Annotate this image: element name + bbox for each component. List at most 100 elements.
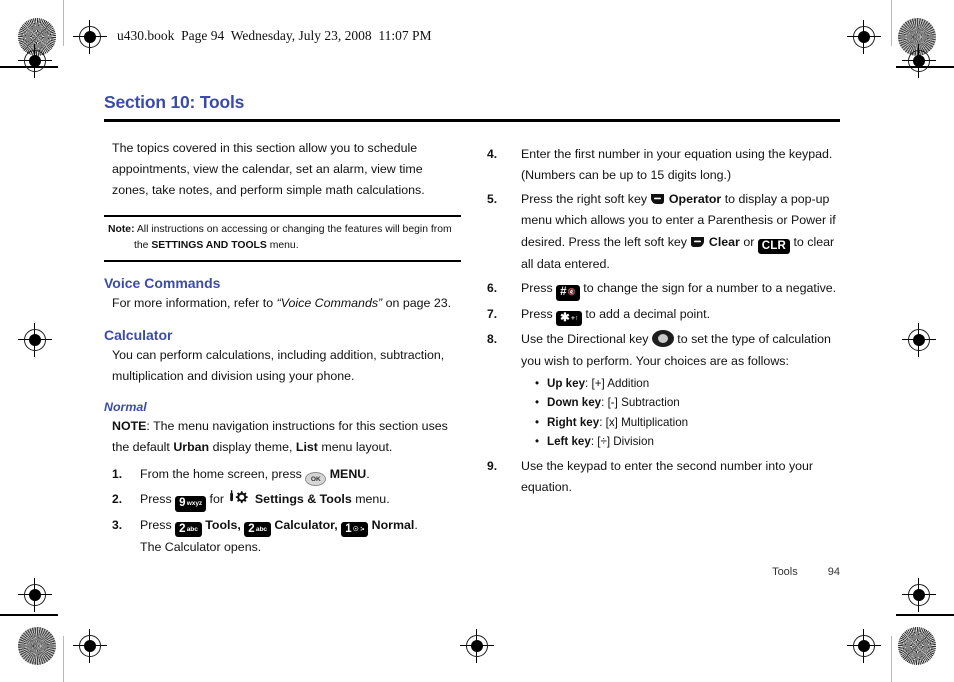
step-5-text-pre: Press the right soft key [521,192,651,207]
keypad-key-2-tools-icon: 2abc [175,521,202,538]
step-1: 1. From the home screen, press OK MENU. [104,464,461,487]
guide-line-left [63,0,64,46]
title-rule [104,119,840,122]
keypad-key-9-icon: 9wxyz [175,496,207,512]
step-9: 9. Use the keypad to enter the second nu… [483,456,840,499]
key-1-symbols: ☉ ∶• [352,525,365,533]
step-2: 2. Press 9wxyz for Settings & Tools menu… [104,489,461,512]
keypad-key-2-calculator-icon: 2abc [244,521,271,538]
key-star-shift-icon: +↑ [570,314,578,322]
settings-tools-icon [227,489,251,507]
note-body-1: All instructions on accessing or changin… [134,224,452,236]
key-9-digit: 9 [179,497,186,510]
vc-post: on page 23. [382,295,452,310]
bullet-down-key: Down key: [-] Subtraction [535,393,840,413]
registration-mark-bottom-center [460,629,494,663]
note-text: Note: All instructions on accessing or c… [108,222,457,253]
step-3-number: 3. [112,517,123,532]
key-1-digit: 1 [345,522,352,535]
clr-key-icon: CLR [757,238,791,254]
voice-commands-body: For more information, refer to “Voice Co… [104,293,461,314]
ok-key-icon: OK [305,472,327,487]
bullet-up-key-label: Up key [547,376,586,390]
key-2b-digit: 2 [248,522,255,535]
step-1-text-pre: From the home screen, press [140,467,306,482]
registration-mark-corner-bottom-right [902,578,936,612]
key-pound-silent-icon: 🔇 [567,289,576,297]
registration-mark-corner-top-left [18,44,52,78]
page-title: Section 10: Tools [104,92,245,112]
step-4-text: Enter the first number in your equation … [521,146,833,182]
calc-note-layout: List [295,440,318,455]
step-5: 5. Press the right soft key Operator to … [483,189,840,275]
step-2-number: 2. [112,492,123,507]
note-label: Note: [108,224,135,236]
calc-note-label: NOTE [112,418,147,433]
key-9-letters: wxyz [186,500,203,508]
registration-mark-top-right-inner [847,20,881,54]
heading-voice-commands: Voice Commands [104,274,221,291]
step-3-normal-label: Normal [371,517,415,532]
step-3-text-pre: Press [140,517,176,532]
page-content: Section 10: Tools The topics covered in … [104,92,840,582]
step-2-text-mid: for [206,492,228,507]
step-3: 3. Press 2abc Tools, 2abc Calculator, 1☉… [104,515,461,559]
guide-line-right [891,0,892,46]
calculator-note: NOTE: The menu navigation instructions f… [104,416,461,459]
left-soft-key-icon [690,236,705,248]
bullet-right-key-label: Right key [547,415,600,429]
bullet-left-key-label: Left key [547,435,591,449]
registration-starburst-top-right [898,18,936,56]
key-2b-letters: abc [255,525,267,533]
bullet-down-key-label: Down key [547,396,602,410]
step-8-text-pre: Use the Directional key [521,332,652,347]
note-settings-menu: SETTINGS AND TOOLS [151,240,267,252]
step-8: 8. Use the Directional key to set the ty… [483,329,840,452]
two-column-body: The topics covered in this section allow… [104,138,840,562]
guide-line-right-bottom [891,636,892,682]
step-2-text-pre: Press [140,492,176,507]
right-column: 4. Enter the first number in your equati… [483,138,840,562]
key-2a-letters: abc [186,525,198,533]
bullet-down-key-text: : [-] Subtraction [601,396,680,410]
bullet-right-key: Right key: [x] Multiplication [535,413,840,433]
step-2-settings-label: Settings & Tools [254,492,352,507]
trim-line-bottom-right [896,614,954,616]
step-6-text-post: to change the sign for a number to a neg… [579,281,837,296]
footer-section-label: Tools [772,566,798,578]
note-box: Note: All instructions on accessing or c… [104,215,461,262]
page-footer: Tools 94 [772,566,840,578]
keypad-key-star-icon: ✱+↑ [556,310,582,327]
bullet-up-key-text: : [+] Addition [585,376,650,390]
note-body-2-pre: the [134,240,152,252]
step-5-clear-label: Clear [708,234,740,249]
registration-mark-corner-bottom-left [18,578,52,612]
running-header: u430.book Page 94 Wednesday, July 23, 20… [117,28,432,43]
registration-mark-corner-top-right [902,44,936,78]
bullet-right-key-text: : [x] Multiplication [599,415,689,429]
bullet-left-key: Left key: [÷] Division [535,432,840,452]
step-5-operator-label: Operator [668,192,722,207]
registration-mark-mid-left [18,323,52,357]
key-2a-digit: 2 [179,522,186,535]
footer-page-number: 94 [827,566,840,578]
step-7-text-pre: Press [521,306,557,321]
step-5-text-mid-2: or [739,234,758,249]
heading-calculator: Calculator [104,327,173,344]
step-4-number: 4. [487,146,498,161]
step-1-menu-label: MENU [329,467,367,482]
registration-starburst-bottom-left [18,627,56,665]
bullet-up-key: Up key: [+] Addition [535,374,840,394]
calculator-body: You can perform calculations, including … [112,348,445,384]
left-column: The topics covered in this section allow… [104,138,461,562]
step-6-number: 6. [487,281,498,296]
left-steps-list: 1. From the home screen, press OK MENU. … [104,464,461,558]
registration-mark-bottom-right-inner [847,629,881,663]
step-4: 4. Enter the first number in your equati… [483,144,840,187]
step-1-number: 1. [112,467,123,482]
step-7: 7. Press ✱+↑ to add a decimal point. [483,304,840,327]
calc-note-post: menu layout. [317,440,393,455]
key-pound-symbol: # [560,286,567,299]
registration-starburst-bottom-right [898,627,936,665]
registration-mark-mid-right [902,323,936,357]
